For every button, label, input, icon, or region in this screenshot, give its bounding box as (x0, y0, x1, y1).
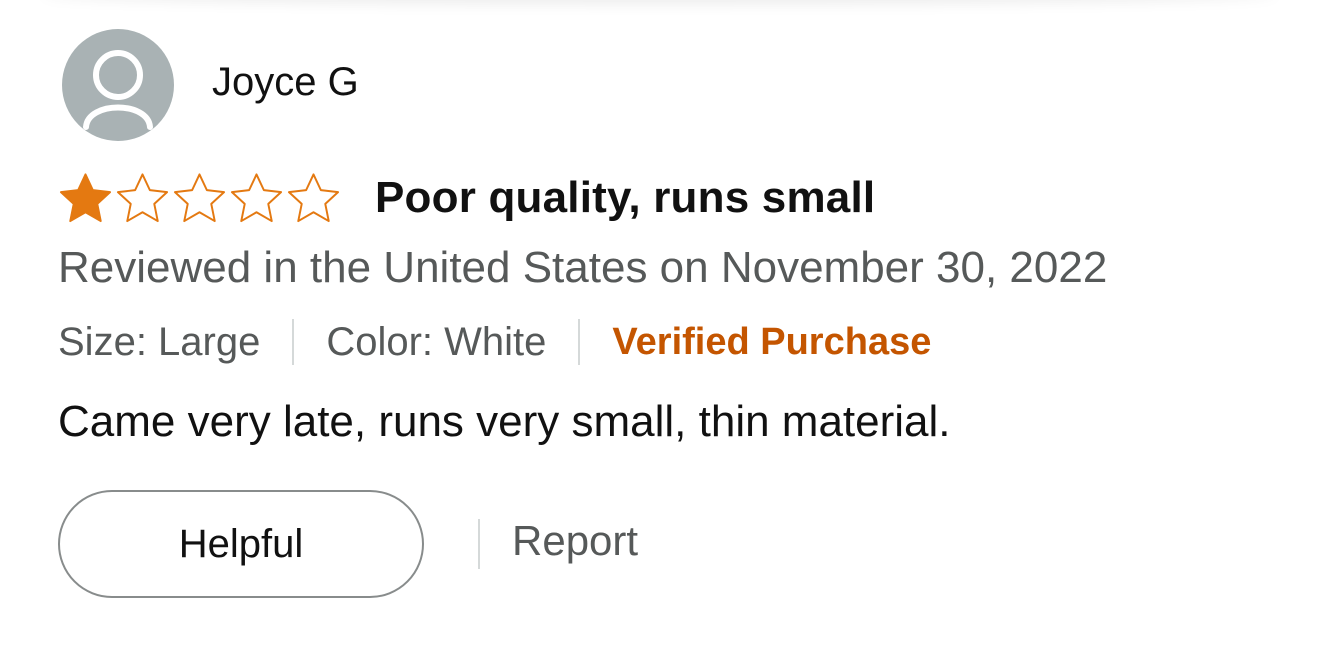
star-empty-icon (229, 171, 284, 225)
review-body: Came very late, runs very small, thin ma… (58, 397, 951, 446)
star-empty-icon (115, 171, 170, 225)
customer-review: Joyce G Poor quality, runs small Reviewe… (58, 28, 1288, 598)
star-empty-icon (286, 171, 341, 225)
verified-purchase-badge: Verified Purchase (612, 320, 932, 363)
star-rating[interactable] (58, 171, 341, 225)
report-link[interactable]: Report (512, 517, 638, 565)
meta-divider (292, 319, 295, 365)
reviewer-profile[interactable]: Joyce G (58, 28, 1288, 142)
star-filled-icon (58, 171, 113, 225)
reviewer-name[interactable]: Joyce G (212, 60, 359, 105)
action-divider (478, 519, 480, 569)
helpful-button[interactable]: Helpful (58, 490, 424, 598)
color-variant[interactable]: Color: White (326, 320, 546, 365)
review-title[interactable]: Poor quality, runs small (375, 173, 875, 223)
size-variant[interactable]: Size: Large (58, 320, 260, 365)
review-actions: Helpful Report (58, 490, 1288, 598)
meta-divider (578, 319, 581, 365)
default-user-avatar-icon (62, 29, 174, 141)
review-format-strip: Size: Large Color: White Verified Purcha… (58, 314, 1288, 370)
rating-title-row: Poor quality, runs small (58, 166, 1288, 230)
star-empty-icon (172, 171, 227, 225)
review-date: Reviewed in the United States on Novembe… (58, 243, 1108, 292)
review-card-page: Joyce G Poor quality, runs small Reviewe… (0, 0, 1319, 651)
